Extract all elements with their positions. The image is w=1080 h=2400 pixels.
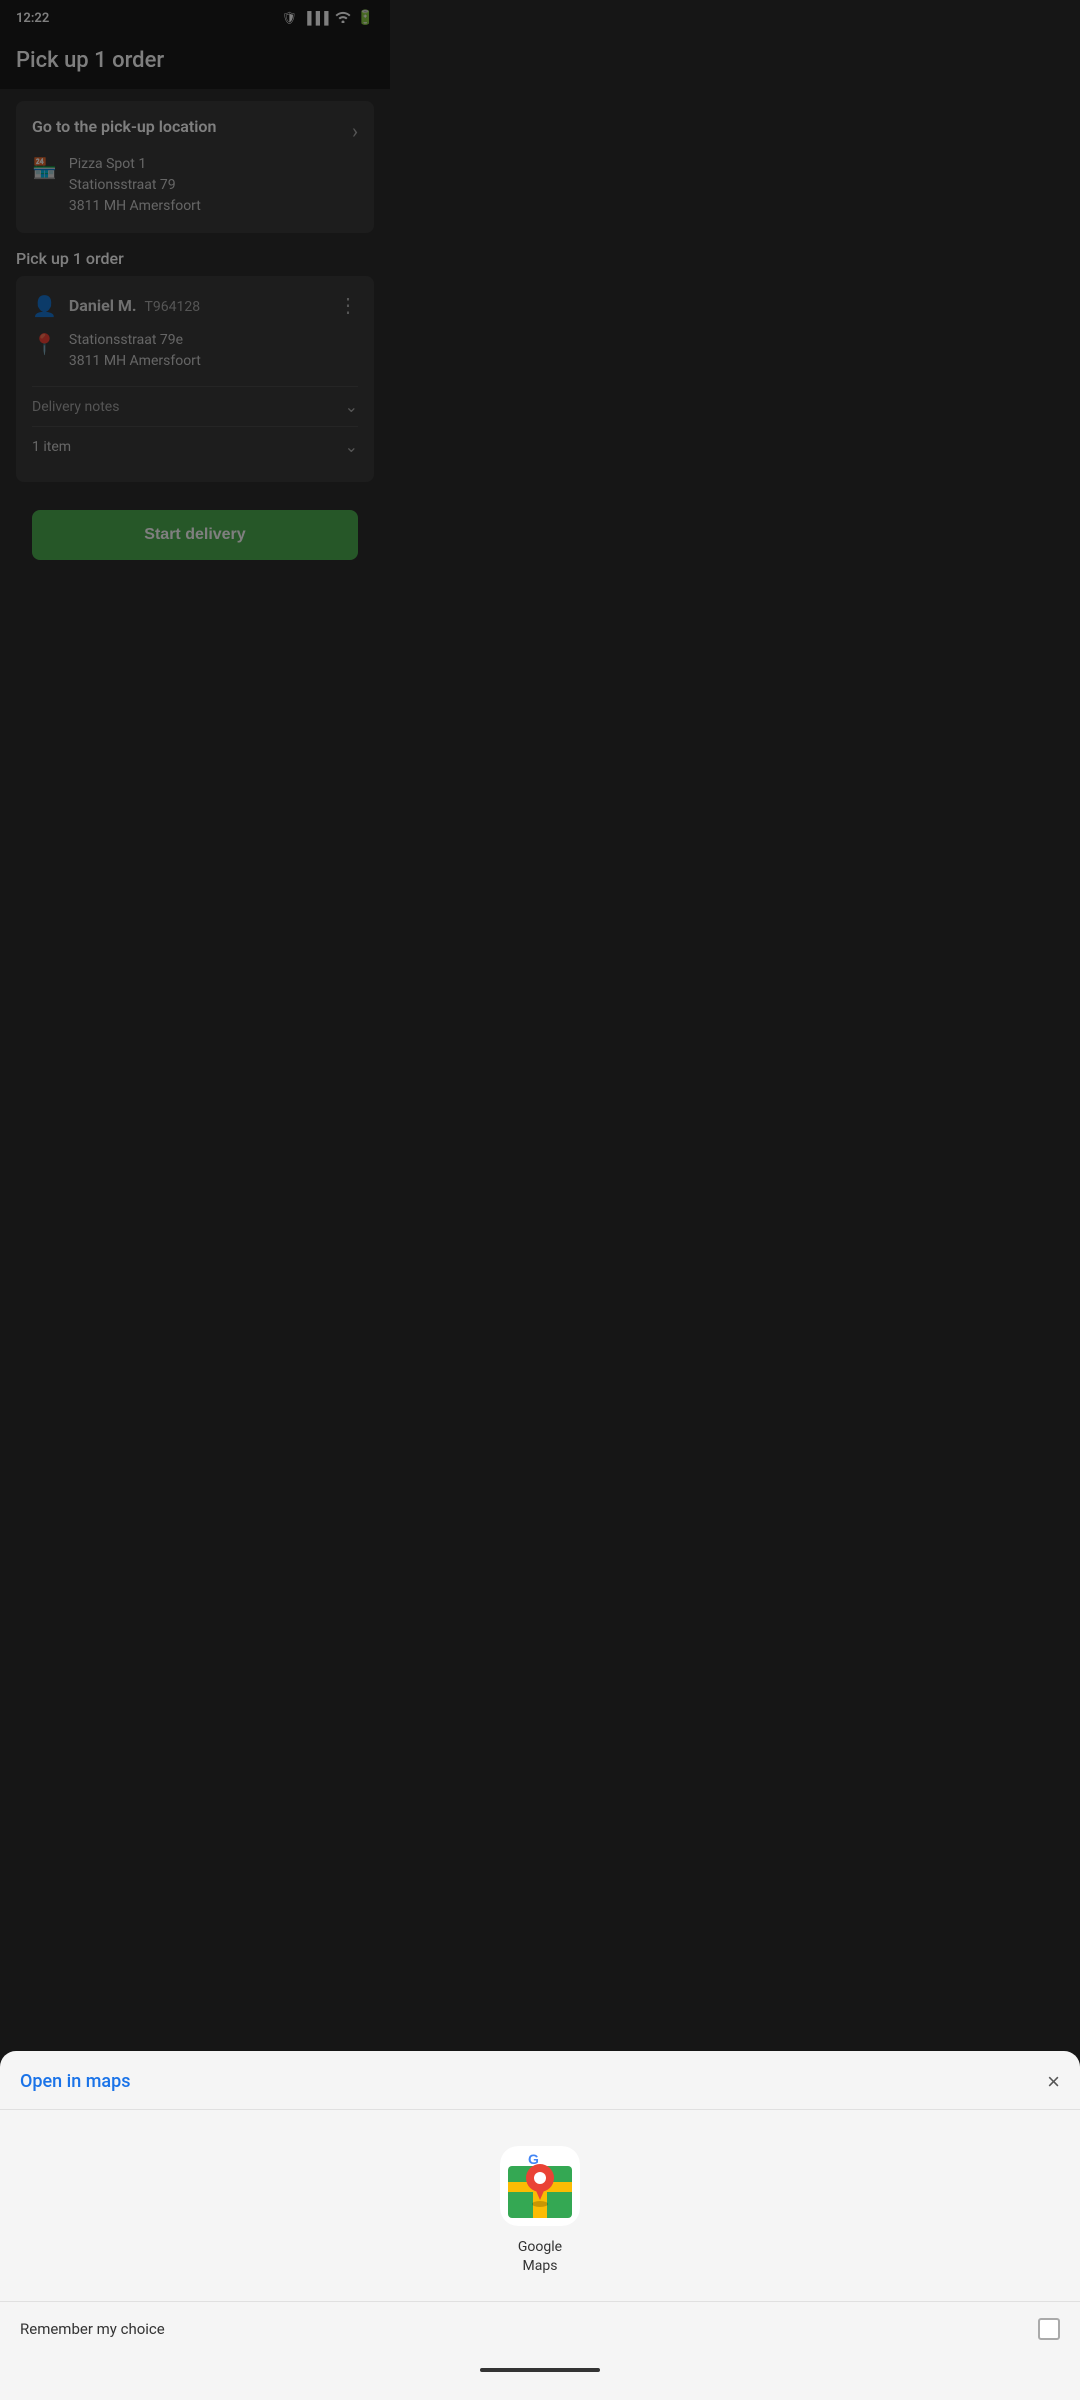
- modal-overlay[interactable]: [0, 0, 1080, 2400]
- bottom-sheet-divider: [0, 2109, 1080, 2110]
- bottom-sheet-header: Open in maps ×: [0, 2051, 1080, 2109]
- maps-app-line2: Maps: [518, 2257, 562, 2277]
- close-button[interactable]: ×: [1047, 2071, 1060, 2093]
- google-maps-icon: G: [500, 2146, 580, 2226]
- svg-text:G: G: [528, 2151, 539, 2167]
- remember-label: Remember my choice: [20, 2320, 165, 2338]
- bottom-sheet: Open in maps × G: [0, 2051, 1080, 2400]
- remember-my-choice-row[interactable]: Remember my choice: [0, 2301, 1080, 2356]
- remember-checkbox[interactable]: [1038, 2318, 1060, 2340]
- maps-app-label: Google Maps: [518, 2238, 562, 2277]
- home-indicator: [480, 2368, 600, 2372]
- maps-app-name: Google: [518, 2238, 562, 2258]
- bottom-indicator: [0, 2356, 1080, 2376]
- bottom-sheet-title: Open in maps: [20, 2071, 131, 2092]
- google-maps-option[interactable]: G Google Maps: [0, 2130, 1080, 2301]
